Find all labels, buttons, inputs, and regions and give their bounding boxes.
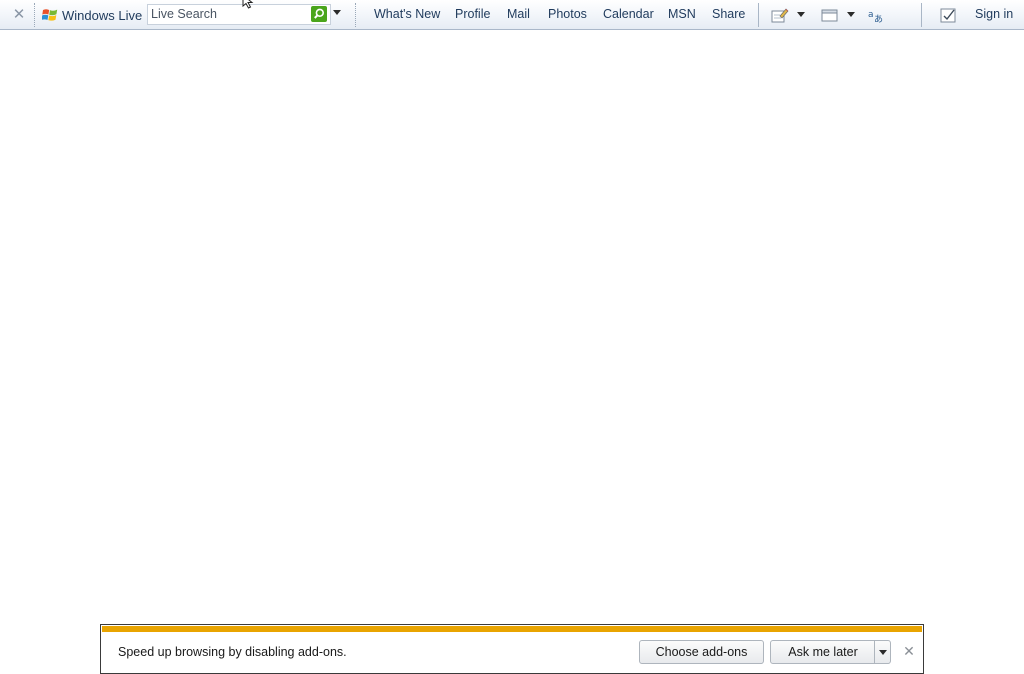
- nav-share[interactable]: Share: [712, 7, 745, 21]
- close-icon[interactable]: ✕: [10, 6, 28, 24]
- nav-profile[interactable]: Profile: [455, 7, 490, 21]
- checkbox-icon[interactable]: [940, 7, 958, 23]
- notification-message: Speed up browsing by disabling add-ons.: [118, 645, 347, 659]
- notification-accent-stripe: [102, 626, 922, 632]
- chevron-down-icon: [879, 650, 887, 655]
- ask-me-later-dropdown[interactable]: [874, 640, 891, 664]
- close-icon[interactable]: ✕: [902, 643, 916, 659]
- nav-mail[interactable]: Mail: [507, 7, 530, 21]
- svg-text:a: a: [868, 10, 874, 20]
- nav-calendar[interactable]: Calendar: [603, 7, 654, 21]
- chevron-down-icon[interactable]: [333, 10, 341, 15]
- ask-me-later-button[interactable]: Ask me later: [770, 640, 876, 664]
- toolbar-separator: [355, 3, 356, 27]
- nav-photos[interactable]: Photos: [548, 7, 587, 21]
- search-input[interactable]: Live Search: [147, 4, 331, 25]
- addons-notification-bar: Speed up browsing by disabling add-ons. …: [100, 624, 924, 674]
- highlight-pen-icon[interactable]: [771, 7, 789, 23]
- windows-flag-icon: [42, 9, 58, 21]
- window-icon[interactable]: [821, 7, 839, 23]
- toolbar-separator: [34, 3, 35, 27]
- toolbar-separator: [921, 3, 922, 27]
- windows-live-brand[interactable]: Windows Live: [42, 7, 142, 23]
- svg-text:あ: あ: [874, 14, 883, 23]
- chevron-down-icon[interactable]: [847, 12, 855, 17]
- brand-label: Windows Live: [62, 7, 143, 23]
- search-icon[interactable]: [311, 6, 327, 22]
- mouse-cursor-icon: [242, 0, 254, 9]
- toolbar-separator: [758, 3, 759, 27]
- translate-icon[interactable]: a あ: [867, 7, 885, 23]
- choose-addons-button[interactable]: Choose add-ons: [639, 640, 764, 664]
- chevron-down-icon[interactable]: [797, 12, 805, 17]
- nav-msn[interactable]: MSN: [668, 7, 696, 21]
- windows-live-toolbar: ✕ Windows Live Live Search What's New Pr…: [0, 0, 1024, 30]
- signin-link[interactable]: Sign in: [975, 7, 1013, 21]
- nav-whats-new[interactable]: What's New: [374, 7, 440, 21]
